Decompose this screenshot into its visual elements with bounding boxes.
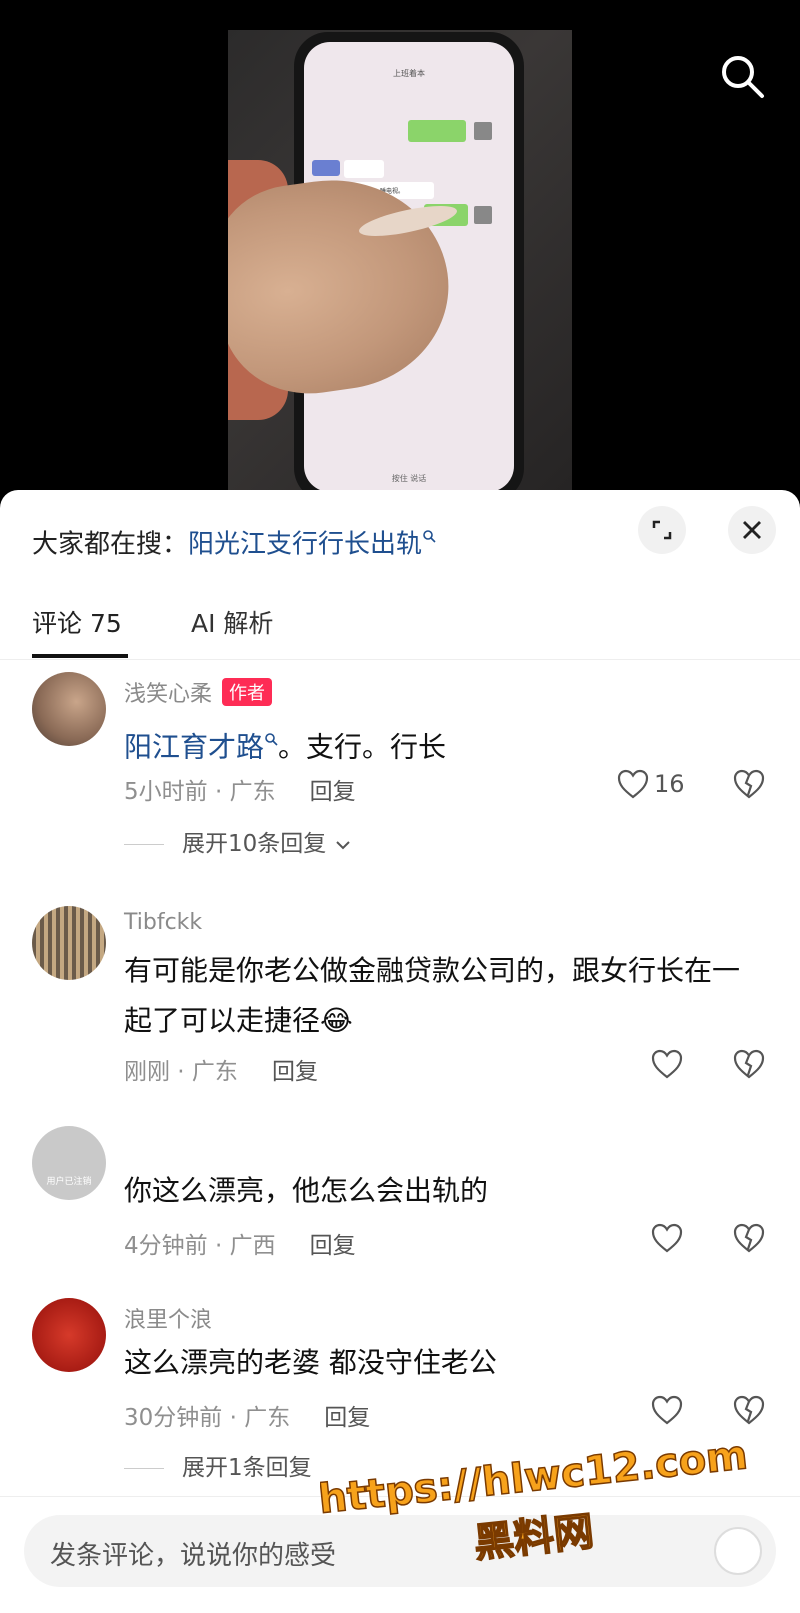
like-button[interactable] [650, 1222, 684, 1254]
chat-voice-bubble [408, 120, 466, 142]
chat-avatar-blue [312, 160, 340, 176]
phone-screen-title: 上班着本 [393, 69, 425, 78]
expand-replies[interactable]: 展开10条回复 [124, 824, 352, 858]
broken-heart-icon [733, 769, 765, 799]
comment-text: 你这么漂亮，他怎么会出轨的 [124, 1174, 489, 1207]
reply-button[interactable]: 回复 [324, 1405, 370, 1431]
comment-time: 30分钟前 · 广东 [124, 1405, 291, 1431]
expand-icon [652, 520, 672, 540]
avatar[interactable]: 用户已注销 [32, 1126, 106, 1200]
heart-icon [651, 1049, 683, 1079]
dislike-button[interactable] [732, 1394, 766, 1426]
comment-text: 这么漂亮的老婆 都没守住老公 [124, 1346, 497, 1379]
trending-search[interactable]: 大家都在搜：阳光江支行行长出轨 [32, 520, 436, 561]
expand-replies-label: 展开1条回复 [182, 1455, 312, 1481]
comment-item: 浅笑心柔 作者 阳江育才路 。支行。行长 5小时前 · 广东 回复 16 展开10条回… [0, 672, 800, 892]
broken-heart-icon [733, 1395, 765, 1425]
search-icon[interactable] [718, 52, 766, 100]
comment-author-name[interactable]: 浪里个浪 [124, 1302, 212, 1334]
broken-heart-icon [733, 1049, 765, 1079]
small-search-icon [264, 712, 278, 746]
comment-item: Tibfckk 有可能是你老公做金融贷款公司的，跟女行长在一起了可以走捷径😂 刚… [0, 906, 800, 1106]
comment-meta: 4分钟前 · 广西 回复 [124, 1226, 356, 1260]
avatar[interactable] [32, 672, 106, 746]
trending-search-keyword[interactable]: 阳光江支行行长出轨 [188, 530, 422, 560]
comment-meta: 5小时前 · 广东 回复 [124, 772, 356, 806]
dislike-button[interactable] [732, 1048, 766, 1080]
comment-author[interactable]: 浅笑心柔 作者 [124, 676, 273, 708]
comment-time: 5小时前 · 广东 [124, 779, 276, 805]
chevron-down-icon [335, 841, 350, 850]
close-icon [743, 521, 761, 539]
chat-avatar [474, 122, 492, 140]
active-tab-indicator [32, 654, 128, 658]
chat-voice-bubble-in [344, 160, 384, 178]
comment-text-body: 有可能是你老公做金融贷款公司的，跟女行长在一起了可以走捷径 [124, 954, 741, 1037]
dislike-button[interactable] [732, 768, 766, 800]
heart-icon [617, 769, 649, 799]
avatar-label: 用户已注销 [46, 1177, 92, 1187]
like-button[interactable] [650, 1394, 684, 1426]
emoji-button[interactable] [714, 1527, 762, 1575]
comment-author-name: 浅笑心柔 [124, 682, 213, 707]
avatar[interactable] [32, 1298, 106, 1372]
avatar[interactable] [32, 906, 106, 980]
comment-text: 有可能是你老公做金融贷款公司的，跟女行长在一起了可以走捷径😂 [124, 946, 764, 1046]
divider [124, 1468, 164, 1469]
dislike-button[interactable] [732, 1222, 766, 1254]
tab-comments[interactable]: 评论 75 [32, 604, 122, 640]
comment-item: 用户已注销 你这么漂亮，他怎么会出轨的 4分钟前 · 广西 回复 [0, 1126, 800, 1286]
reply-button[interactable]: 回复 [310, 1233, 356, 1259]
comment-sheet: 大家都在搜：阳光江支行行长出轨 评论 75 AI 解析 浅笑心柔 作者 阳江育才路… [0, 490, 800, 1613]
video-frame: 上班着本 行老板出去啊。睡电视。 按住 说话 [228, 30, 572, 490]
comment-time: 4分钟前 · 广西 [124, 1233, 276, 1259]
laughing-crying-emoji: 😂 [320, 1004, 353, 1037]
comment-input-placeholder: 发条评论，说说你的感受 [50, 1541, 337, 1571]
expand-replies[interactable]: 展开1条回复 [124, 1448, 312, 1482]
tab-ai-analysis[interactable]: AI 解析 [191, 604, 273, 640]
comment-meta: 刚刚 · 广东 回复 [124, 1052, 318, 1086]
comment-author-name[interactable]: Tibfckk [124, 910, 202, 935]
comment-time: 刚刚 · 广东 [124, 1059, 238, 1085]
like-button[interactable] [650, 1048, 684, 1080]
tab-bar: 评论 75 AI 解析 [0, 590, 800, 660]
heart-icon [651, 1395, 683, 1425]
author-badge: 作者 [222, 678, 273, 706]
chat-avatar-2 [474, 206, 492, 224]
comment-text-rest: 。支行。行长 [278, 730, 447, 764]
divider [124, 844, 164, 845]
small-search-icon [422, 520, 436, 543]
sheet-header: 大家都在搜：阳光江支行行长出轨 [0, 490, 800, 574]
expand-replies-label: 展开10条回复 [182, 831, 327, 857]
expand-button[interactable] [638, 506, 686, 554]
comment-text: 阳江育才路 。支行。行长 [124, 712, 764, 772]
comment-meta: 30分钟前 · 广东 回复 [124, 1398, 370, 1432]
reply-button[interactable]: 回复 [310, 779, 356, 805]
video-player[interactable]: 上班着本 行老板出去啊。睡电视。 按住 说话 [0, 0, 800, 490]
reply-button[interactable]: 回复 [272, 1059, 318, 1085]
heart-icon [651, 1223, 683, 1253]
broken-heart-icon [733, 1223, 765, 1253]
trending-search-prefix: 大家都在搜： [32, 529, 189, 560]
comment-search-link[interactable]: 阳江育才路 [124, 730, 264, 763]
comment-item: 浪里个浪 这么漂亮的老婆 都没守住老公 30分钟前 · 广东 回复 展开1条回复 [0, 1298, 800, 1498]
like-count: 16 [654, 770, 685, 798]
phone-footer: 按住 说话 [391, 474, 427, 483]
close-button[interactable] [728, 506, 776, 554]
comment-input-bar: 发条评论，说说你的感受 [0, 1496, 800, 1613]
like-button[interactable]: 16 [616, 768, 685, 800]
comment-input[interactable]: 发条评论，说说你的感受 [24, 1515, 776, 1587]
